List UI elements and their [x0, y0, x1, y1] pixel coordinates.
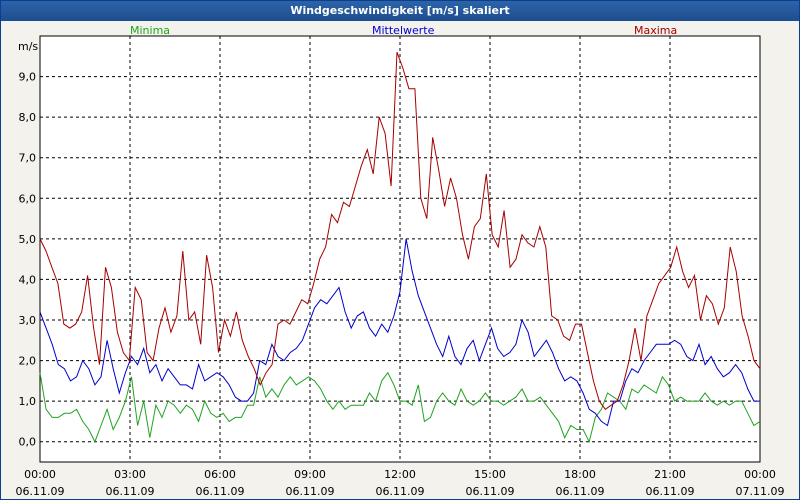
x-tick-date: 06.11.09 [196, 485, 245, 498]
x-tick-time: 00:00 [24, 468, 56, 481]
x-tick-time: 03:00 [114, 468, 146, 481]
y-tick-label: 2,0 [19, 355, 37, 368]
x-tick-time: 18:00 [564, 468, 596, 481]
x-tick-date: 06.11.09 [556, 485, 605, 498]
y-tick-label: 6,0 [19, 192, 37, 205]
x-tick-time: 12:00 [384, 468, 416, 481]
x-tick-date: 06.11.09 [16, 485, 65, 498]
x-tick-time: 15:00 [474, 468, 506, 481]
y-tick-label: 3,0 [19, 314, 37, 327]
wind-speed-chart: 0,0 1,0 2,0 3,0 4,0 5,0 6,0 7,0 8,0 9,0 00:00 06.11… [16, 35, 785, 498]
x-tick-date: 06.11.09 [286, 485, 335, 498]
x-tick-time: 09:00 [294, 468, 326, 481]
x-tick-time: 00:00 [744, 468, 776, 481]
x-tick-date: 06.11.09 [376, 485, 425, 498]
y-tick-label: 1,0 [19, 395, 37, 408]
x-tick-time: 06:00 [204, 468, 236, 481]
y-tick-label: 8,0 [19, 111, 37, 124]
y-tick-label: 5,0 [19, 233, 37, 246]
x-tick-date: 07.11.09 [736, 485, 785, 498]
y-tick-label: 7,0 [19, 152, 37, 165]
y-tick-label: 0,0 [19, 436, 37, 449]
x-tick-time: 21:00 [654, 468, 686, 481]
y-tick-label: 4,0 [19, 273, 37, 286]
x-tick-date: 06.11.09 [106, 485, 155, 498]
y-tick-label: 9,0 [19, 71, 37, 84]
x-tick-date: 06.11.09 [466, 485, 515, 498]
x-tick-date: 06.11.09 [646, 485, 695, 498]
